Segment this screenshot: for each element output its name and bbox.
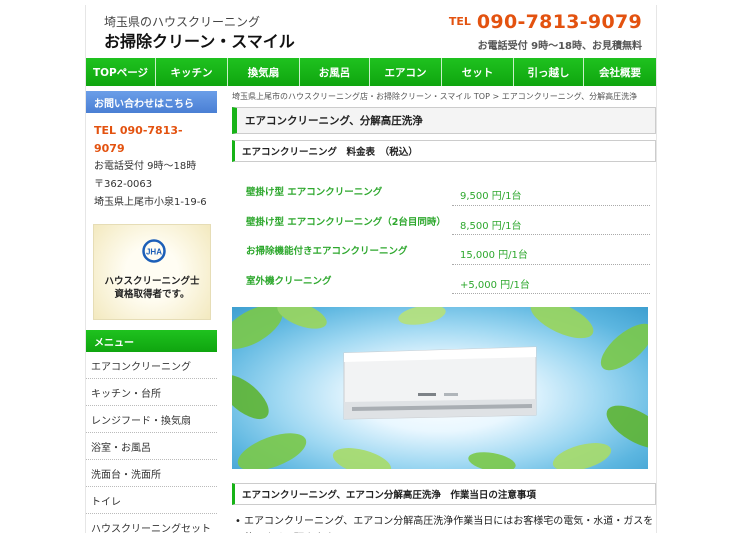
nav-set[interactable]: セット <box>442 58 514 86</box>
price-item-name: 室外機クリーニング <box>246 275 332 287</box>
price-table: 壁掛け型 エアコンクリーニング 9,500 円/1台 壁掛け型 エアコンクリーニ… <box>246 176 656 294</box>
nav-company[interactable]: 会社概要 <box>584 58 656 86</box>
sidebar-phone[interactable]: TEL 090-7813-9079 <box>94 122 209 158</box>
nav-top[interactable]: TOPページ <box>86 58 156 86</box>
main-content: 埼玉県上尾市のハウスクリーニング店・お掃除クリーン・スマイル TOP > エアコ… <box>232 91 656 533</box>
badge-line1: ハウスクリーニング士 <box>104 276 200 287</box>
global-nav: TOPページ キッチン 換気扇 お風呂 エアコン セット 引っ越し 会社概要 <box>86 58 656 86</box>
price-item-value: +5,000 円/1台 <box>452 265 650 294</box>
badge-line2: 資格取得者です。 <box>114 289 190 300</box>
menu-item-washbasin[interactable]: 洗面台・洗面所 <box>86 460 217 487</box>
header-hours: お電話受付 9時～18時、お見積無料 <box>477 41 642 52</box>
sidebar-address: 埼玉県上尾市小泉1-19-6 <box>94 197 207 208</box>
price-item-value: 8,500 円/1台 <box>452 206 650 235</box>
nav-aircon[interactable]: エアコン <box>370 58 442 86</box>
price-heading: エアコンクリーニング 料金表 （税込） <box>232 140 656 162</box>
page-container: 埼玉県のハウスクリーニング お掃除クリーン・スマイル TEL 090-7813-9… <box>85 5 657 533</box>
sidebar: お問い合わせはこちら TEL 090-7813-9079 お電話受付 9時〜18… <box>86 91 217 533</box>
header-phone[interactable]: TEL 090-7813-9079 <box>449 11 642 33</box>
contact-block: TEL 090-7813-9079 お電話受付 9時〜18時 〒362-0063… <box>86 113 217 212</box>
notes-heading: エアコンクリーニング、エアコン分解高圧洗浄 作業当日の注意事項 <box>232 483 656 505</box>
menu-heading: メニュー <box>86 330 217 352</box>
price-row: 壁掛け型 エアコンクリーニング 9,500 円/1台 <box>246 176 656 206</box>
price-item-name: お掃除機能付きエアコンクリーニング <box>246 246 408 257</box>
certification-badge: JHA ハウスクリーニング士 資格取得者です。 <box>93 224 211 320</box>
price-row: 室外機クリーニング +5,000 円/1台 <box>246 265 656 294</box>
menu-item-aircon[interactable]: エアコンクリーニング <box>86 352 217 379</box>
breadcrumb: 埼玉県上尾市のハウスクリーニング店・お掃除クリーン・スマイル TOP > エアコ… <box>232 91 656 103</box>
breadcrumb-home-link[interactable]: 埼玉県上尾市のハウスクリーニング店・お掃除クリーン・スマイル TOP <box>232 92 490 101</box>
contact-heading: お問い合わせはこちら <box>86 91 217 113</box>
price-item-name: 壁掛け型 エアコンクリーニング <box>246 187 383 198</box>
breadcrumb-current: エアコンクリーニング、分解高圧洗浄 <box>501 92 638 101</box>
page-title: エアコンクリーニング、分解高圧洗浄 <box>232 107 656 134</box>
menu-item-kitchen[interactable]: キッチン・台所 <box>86 379 217 406</box>
aircon-illustration-icon <box>232 307 648 469</box>
note-item: エアコンクリーニング、エアコン分解高圧洗浄作業当日にはお客様宅の電気・水道・ガス… <box>232 513 656 533</box>
price-row: お掃除機能付きエアコンクリーニング 15,000 円/1台 <box>246 235 656 265</box>
sidebar-postal: 〒362-0063 <box>94 179 153 190</box>
sidebar-hours: お電話受付 9時〜18時 <box>94 161 197 172</box>
price-item-name: 壁掛け型 エアコンクリーニング（2台目同時） <box>246 216 446 228</box>
nav-kitchen[interactable]: キッチン <box>156 58 228 86</box>
menu-item-bath[interactable]: 浴室・お風呂 <box>86 433 217 460</box>
price-row: 壁掛け型 エアコンクリーニング（2台目同時） 8,500 円/1台 <box>246 206 656 235</box>
menu-item-rangehood[interactable]: レンジフード・換気扇 <box>86 406 217 433</box>
price-item-value: 15,000 円/1台 <box>452 235 650 265</box>
svg-text:JHA: JHA <box>146 248 162 257</box>
menu-item-set[interactable]: ハウスクリーニングセット <box>86 514 217 533</box>
aircon-hero-image <box>232 307 648 469</box>
nav-bath[interactable]: お風呂 <box>300 58 370 86</box>
tel-number[interactable]: 090-7813-9079 <box>477 11 642 33</box>
menu-item-toilet[interactable]: トイレ <box>86 487 217 514</box>
price-item-value: 9,500 円/1台 <box>452 176 650 206</box>
nav-fan[interactable]: 換気扇 <box>228 58 300 86</box>
nav-moving[interactable]: 引っ越し <box>514 58 584 86</box>
site-title[interactable]: お掃除クリーン・スマイル <box>104 28 295 52</box>
tel-label: TEL <box>448 15 471 28</box>
jha-logo-icon: JHA <box>142 239 166 263</box>
breadcrumb-separator: > <box>489 92 502 101</box>
